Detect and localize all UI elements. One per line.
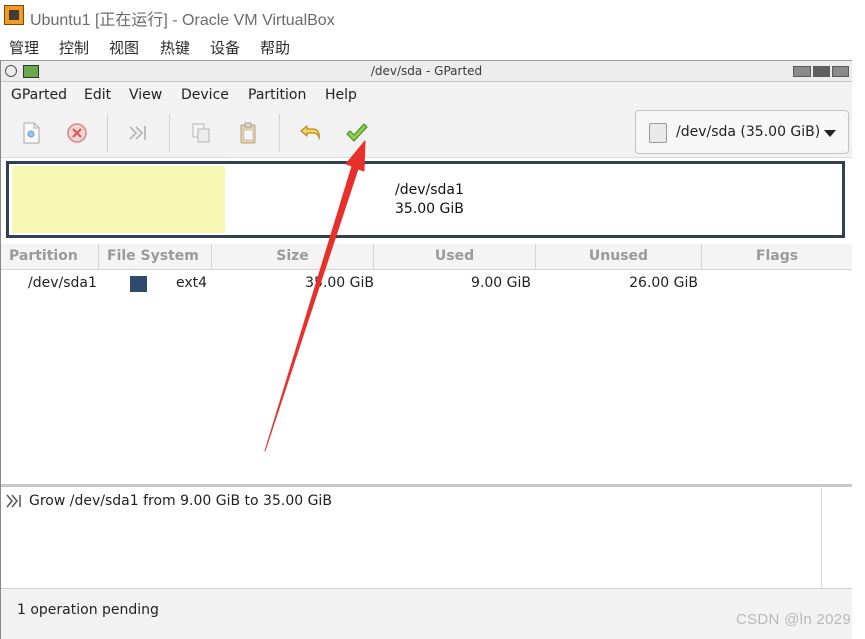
watermark: CSDN @ln 2029 [735, 611, 851, 628]
annotation-arrow [264, 140, 366, 452]
annotation-arrow-shape [264, 140, 366, 452]
